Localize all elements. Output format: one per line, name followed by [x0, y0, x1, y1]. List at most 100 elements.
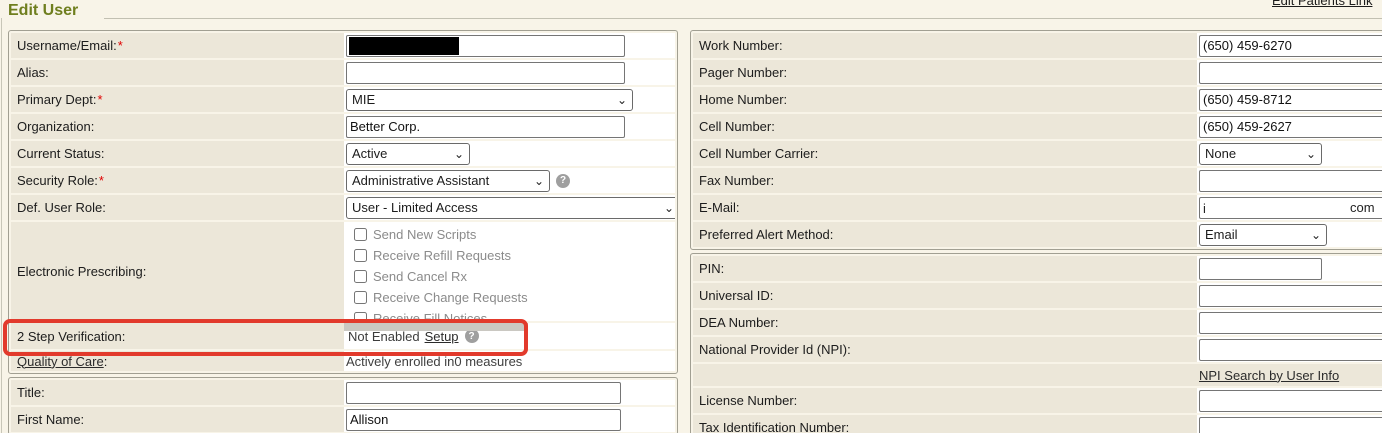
title-input[interactable]	[346, 382, 621, 404]
row-dea-number: DEA Number:	[693, 310, 1382, 335]
npi-label: National Provider Id (NPI):	[693, 337, 1197, 362]
row-home-number: Home Number:	[693, 87, 1382, 112]
current-status-select[interactable]: Active⌄	[346, 143, 470, 165]
universal-id-label: Universal ID:	[693, 283, 1197, 308]
checkbox-send-new-scripts[interactable]: Send New Scripts	[346, 224, 675, 245]
checkbox-receive-change-requests[interactable]: Receive Change Requests	[346, 287, 675, 308]
row-npi: National Provider Id (NPI):	[693, 337, 1382, 362]
required-asterisk: *	[99, 173, 104, 188]
email-fragment-right: com	[1350, 200, 1375, 215]
organization-label: Organization:	[11, 114, 344, 139]
edit-user-page: Edit User Edit Patients Link Username/Em…	[0, 0, 1382, 433]
universal-id-input[interactable]	[1199, 285, 1382, 307]
right-column: Work Number: Pager Number: Home Number: …	[690, 30, 1382, 433]
row-npi-search: NPI Search by User Info	[693, 364, 1382, 386]
tax-id-input[interactable]	[1199, 417, 1382, 433]
pager-number-label: Pager Number:	[693, 60, 1197, 85]
row-organization: Organization:	[11, 114, 675, 139]
fieldset-left-border	[1, 18, 2, 433]
quality-of-care-link[interactable]: Quality of Care	[17, 354, 104, 369]
pin-input[interactable]	[1199, 258, 1322, 280]
name-box: Title: First Name:	[8, 377, 678, 433]
checkbox-send-cancel-rx[interactable]: Send Cancel Rx	[346, 266, 675, 287]
shadow-strip	[344, 323, 528, 331]
row-security-role: Security Role:* Administrative Assistant…	[11, 168, 675, 193]
quality-of-care-value: Actively enrolled in0 measures	[346, 354, 522, 369]
title-label: Title:	[11, 380, 344, 405]
def-user-role-label: Def. User Role:	[11, 195, 344, 220]
row-tax-id: Tax Identification Number:	[693, 415, 1382, 433]
checkbox[interactable]	[354, 291, 367, 304]
alias-input[interactable]	[346, 62, 625, 84]
npi-search-link[interactable]: NPI Search by User Info	[1199, 368, 1339, 383]
fax-number-input[interactable]	[1199, 170, 1382, 192]
first-name-label: First Name:	[11, 407, 344, 432]
provider-box: PIN: Universal ID: DEA Number: National …	[690, 253, 1382, 433]
cell-number-carrier-label: Cell Number Carrier:	[693, 141, 1197, 166]
row-work-number: Work Number:	[693, 33, 1382, 58]
row-license-number: License Number:	[693, 388, 1382, 413]
cell-number-label: Cell Number:	[693, 114, 1197, 139]
row-2-step-verification: 2 Step Verification: Not Enabled Setup ?	[11, 323, 675, 349]
username-label: Username/Email:*	[11, 33, 344, 58]
chevron-down-icon: ⌄	[534, 175, 544, 187]
preferred-alert-method-label: Preferred Alert Method:	[693, 222, 1197, 247]
required-asterisk: *	[97, 92, 102, 107]
electronic-prescribing-label: Electronic Prescribing:	[11, 222, 344, 321]
dea-number-input[interactable]	[1199, 312, 1382, 334]
row-def-user-role: Def. User Role: User - Limited Access⌄	[11, 195, 675, 220]
help-icon[interactable]: ?	[465, 329, 479, 343]
cell-number-carrier-select[interactable]: None⌄	[1199, 143, 1322, 165]
organization-input[interactable]	[346, 116, 625, 138]
checkbox[interactable]	[354, 228, 367, 241]
primary-dept-select[interactable]: MIE⌄	[346, 89, 633, 111]
page-title: Edit User	[8, 2, 78, 20]
chevron-down-icon: ⌄	[1306, 148, 1316, 160]
security-role-select[interactable]: Administrative Assistant⌄	[346, 170, 550, 192]
checkbox[interactable]	[354, 312, 367, 321]
row-pager-number: Pager Number:	[693, 60, 1382, 85]
checkbox[interactable]	[354, 249, 367, 262]
pager-number-input[interactable]	[1199, 62, 1382, 84]
home-number-input[interactable]	[1199, 89, 1382, 111]
chevron-down-icon: ⌄	[454, 148, 464, 160]
row-username: Username/Email:*	[11, 33, 675, 58]
quality-of-care-label: Quality of Care:	[11, 351, 344, 371]
primary-dept-label: Primary Dept:*	[11, 87, 344, 112]
security-role-label: Security Role:*	[11, 168, 344, 193]
email-input[interactable]: i com	[1199, 197, 1382, 219]
npi-input[interactable]	[1199, 339, 1382, 361]
license-number-label: License Number:	[693, 388, 1197, 413]
help-icon[interactable]: ?	[556, 174, 570, 188]
row-first-name: First Name:	[11, 407, 675, 432]
row-alias: Alias:	[11, 60, 675, 85]
current-status-label: Current Status:	[11, 141, 344, 166]
checkbox-receive-refill-requests[interactable]: Receive Refill Requests	[346, 245, 675, 266]
dea-number-label: DEA Number:	[693, 310, 1197, 335]
home-number-label: Home Number:	[693, 87, 1197, 112]
preferred-alert-method-select[interactable]: Email⌄	[1199, 224, 1327, 246]
email-label: E-Mail:	[693, 195, 1197, 220]
row-pin: PIN:	[693, 256, 1382, 281]
redaction-box	[349, 37, 459, 55]
npi-search-spacer	[693, 364, 1197, 386]
chevron-down-icon: ⌄	[664, 202, 674, 214]
email-fragment-left: i	[1203, 201, 1206, 216]
row-cell-number-carrier: Cell Number Carrier: None⌄	[693, 141, 1382, 166]
edit-patients-link[interactable]: Edit Patients Link	[1272, 0, 1372, 8]
license-number-input[interactable]	[1199, 390, 1382, 412]
required-asterisk: *	[118, 38, 123, 53]
pin-label: PIN:	[693, 256, 1197, 281]
checkbox-receive-fill-notices[interactable]: Receive Fill Notices	[346, 308, 675, 321]
checkbox[interactable]	[354, 270, 367, 283]
row-quality-of-care: Quality of Care: Actively enrolled in0 m…	[11, 351, 675, 371]
chevron-down-icon: ⌄	[617, 94, 627, 106]
cell-number-input[interactable]	[1199, 116, 1382, 138]
row-current-status: Current Status: Active⌄	[11, 141, 675, 166]
work-number-input[interactable]	[1199, 35, 1382, 57]
def-user-role-select[interactable]: User - Limited Access⌄	[346, 197, 675, 219]
two-step-verification-label: 2 Step Verification:	[11, 323, 344, 349]
row-universal-id: Universal ID:	[693, 283, 1382, 308]
fieldset-legend-line	[104, 18, 1382, 19]
first-name-input[interactable]	[346, 409, 621, 431]
